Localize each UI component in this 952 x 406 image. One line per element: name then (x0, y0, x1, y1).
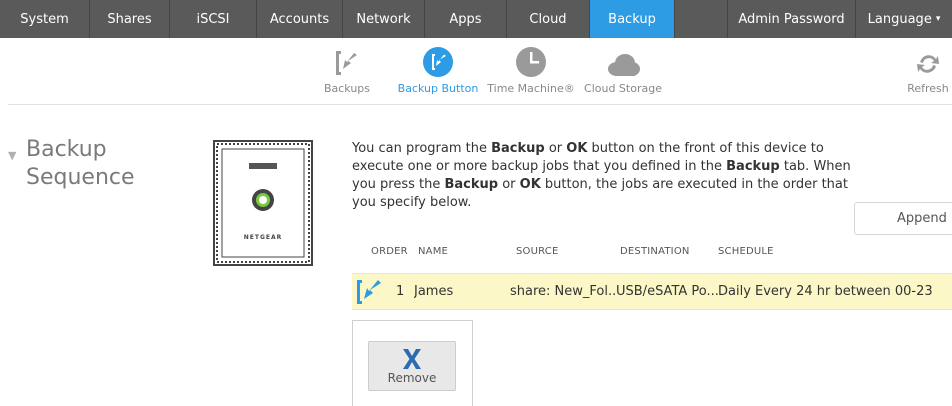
section-title-text: Backup Sequence (26, 137, 135, 190)
tab-label: Cloud (529, 11, 567, 27)
table-row[interactable]: 1 James share: New_Fol... USB/eSATA Po..… (352, 273, 952, 310)
tab-accounts[interactable]: Accounts (257, 0, 343, 38)
subnav-label: Backup Button (397, 82, 479, 95)
divider (8, 104, 952, 105)
job-schedule: Daily Every 24 hr between 00-23 (718, 284, 933, 299)
subnav-backups[interactable]: Backups (322, 38, 372, 104)
job-destination: USB/eSATA Po... (616, 284, 718, 299)
tab-label: Backup (608, 11, 656, 27)
tab-admin-password[interactable]: Admin Password (728, 0, 856, 38)
refresh-icon (914, 38, 942, 78)
section-title[interactable]: ▼ Backup Sequence (8, 136, 158, 192)
job-name: James (414, 284, 454, 299)
column-header-destination: DESTINATION (620, 246, 690, 257)
tab-apps[interactable]: Apps (425, 0, 507, 38)
tab-system[interactable]: System (0, 0, 90, 38)
subnav-backup-button[interactable]: Backup Button (398, 38, 478, 104)
description-text: You can program the Backup or OK button … (352, 141, 851, 210)
remove-label: Remove (387, 371, 437, 385)
tab-label: Admin Password (738, 11, 845, 27)
tab-label: System (20, 11, 69, 27)
column-header-source: SOURCE (516, 246, 559, 257)
refresh-button[interactable]: Refresh (904, 38, 952, 104)
tab-backup[interactable]: Backup (590, 0, 675, 38)
subnav-time-machine[interactable]: Time Machine® (487, 38, 575, 104)
subnav-label: Backups (323, 82, 371, 95)
top-nav: System Shares iSCSI Accounts Network App… (0, 0, 952, 38)
append-label: Append (897, 211, 947, 226)
clock-icon (515, 38, 547, 78)
tab-label: iSCSI (196, 11, 230, 27)
tab-label: Accounts (269, 11, 330, 27)
tab-label: Network (356, 11, 411, 27)
cloud-icon (605, 38, 641, 78)
column-header-name: NAME (418, 246, 449, 257)
subnav-label: Time Machine® (487, 82, 575, 95)
chevron-down-icon: ▾ (935, 14, 941, 24)
tab-label: Apps (449, 11, 482, 27)
tab-empty (675, 0, 728, 38)
append-button[interactable]: Append (854, 202, 952, 235)
backup-arrow-icon (332, 38, 362, 78)
job-icon (352, 274, 392, 309)
tab-label: Shares (107, 11, 152, 27)
column-header-schedule: SCHEDULE (718, 246, 774, 257)
remove-icon (403, 349, 421, 369)
collapse-triangle-icon: ▼ (8, 149, 17, 162)
column-header-order: ORDER (371, 246, 408, 257)
tab-cloud[interactable]: Cloud (507, 0, 590, 38)
tab-label: Language (867, 11, 932, 27)
subnav-cloud-storage[interactable]: Cloud Storage (584, 38, 662, 104)
refresh-label: Refresh (907, 82, 949, 95)
tab-shares[interactable]: Shares (90, 0, 170, 38)
remove-button[interactable]: Remove (368, 341, 456, 391)
backup-button-icon (422, 38, 454, 78)
tab-language[interactable]: Language ▾ (856, 0, 952, 38)
device-brand: NETGEAR (243, 234, 283, 241)
device-image: NETGEAR (213, 140, 313, 266)
subnav-label: Cloud Storage (584, 82, 662, 95)
sub-toolbar: Backups Backup Button Time Machine® Clou… (0, 38, 952, 104)
job-order: 1 (396, 284, 405, 299)
tab-network[interactable]: Network (343, 0, 425, 38)
tab-iscsi[interactable]: iSCSI (170, 0, 257, 38)
job-source: share: New_Fol... (510, 284, 616, 299)
